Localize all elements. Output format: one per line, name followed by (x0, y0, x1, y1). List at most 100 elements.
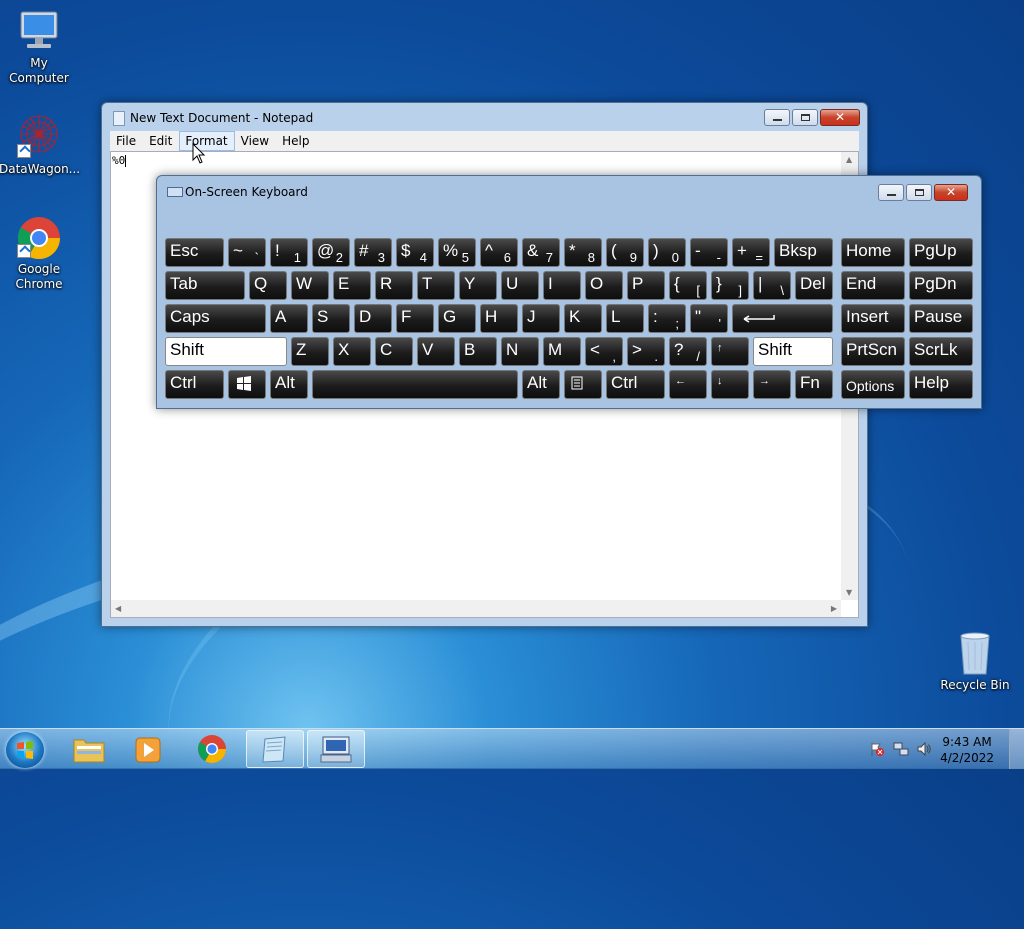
key-fn[interactable]: Fn (795, 370, 833, 399)
desktop-icon-recycle-bin[interactable]: Recycle Bin (935, 630, 1015, 693)
key-r3-11[interactable]: ↑ (711, 337, 749, 366)
clock[interactable]: 9:43 AM 4/2/2022 (940, 734, 994, 766)
taskbar-on-screen-keyboard[interactable] (307, 730, 365, 768)
key-i[interactable]: I (543, 271, 581, 300)
key-x[interactable]: X (333, 337, 371, 366)
key-r2-11[interactable]: " ' (690, 304, 728, 333)
key-v[interactable]: V (417, 337, 455, 366)
scroll-right-icon[interactable]: ▶ (831, 604, 837, 613)
key-k[interactable]: K (564, 304, 602, 333)
minimize-button[interactable] (764, 109, 790, 126)
key-prtscn[interactable]: PrtScn (841, 337, 905, 366)
desktop-icon-google-chrome[interactable]: Google Chrome (0, 214, 79, 292)
scroll-down-icon[interactable]: ▼ (846, 588, 852, 597)
key-help[interactable]: Help (909, 370, 973, 399)
key-u[interactable]: U (501, 271, 539, 300)
key-y[interactable]: Y (459, 271, 497, 300)
key-scrlk[interactable]: ScrLk (909, 337, 973, 366)
key-ctrl[interactable]: Ctrl (606, 370, 665, 399)
scroll-up-icon[interactable]: ▲ (846, 155, 852, 164)
key-a[interactable]: A (270, 304, 308, 333)
key-r1-13[interactable]: | \ (753, 271, 791, 300)
menu-view[interactable]: View (235, 131, 276, 151)
key-z[interactable]: Z (291, 337, 329, 366)
key-alt[interactable]: Alt (522, 370, 560, 399)
key-space[interactable] (312, 370, 518, 399)
key-h[interactable]: H (480, 304, 518, 333)
menu-file[interactable]: File (110, 131, 143, 151)
taskbar-notepad[interactable] (246, 730, 304, 768)
menu-format[interactable]: Format (179, 131, 235, 151)
key-home[interactable]: Home (841, 238, 905, 267)
key-r0-8[interactable]: & 7 (522, 238, 560, 267)
close-button[interactable]: ✕ (934, 184, 968, 201)
key-r0-2[interactable]: ! 1 (270, 238, 308, 267)
key-options[interactable]: Options (841, 370, 905, 399)
key-ctrl[interactable]: Ctrl (165, 370, 224, 399)
key-n[interactable]: N (501, 337, 539, 366)
key-shift[interactable]: Shift (753, 337, 833, 366)
key-d[interactable]: D (354, 304, 392, 333)
taskbar-explorer[interactable] (60, 730, 118, 768)
key-r[interactable]: R (375, 271, 413, 300)
key-r0-6[interactable]: % 5 (438, 238, 476, 267)
key-r0-3[interactable]: @2 (312, 238, 350, 267)
key-s[interactable]: S (312, 304, 350, 333)
key-g[interactable]: G (438, 304, 476, 333)
key-pause[interactable]: Pause (909, 304, 973, 333)
key-p[interactable]: P (627, 271, 665, 300)
key-t[interactable]: T (417, 271, 455, 300)
menu-edit[interactable]: Edit (143, 131, 179, 151)
volume-icon[interactable] (916, 741, 932, 757)
key-windows-logo[interactable] (228, 370, 266, 399)
menu-help[interactable]: Help (276, 131, 316, 151)
key-caps[interactable]: Caps (165, 304, 266, 333)
key-tab[interactable]: Tab (165, 271, 245, 300)
key-j[interactable]: J (522, 304, 560, 333)
start-button[interactable] (6, 732, 44, 768)
key-alt[interactable]: Alt (270, 370, 308, 399)
horizontal-scrollbar[interactable]: ◀ ▶ (111, 600, 841, 617)
key-e[interactable]: E (333, 271, 371, 300)
key-r0-13[interactable]: + = (732, 238, 770, 267)
key-del[interactable]: Del (795, 271, 833, 300)
key-r1-12[interactable]: }] (711, 271, 749, 300)
key-r0-5[interactable]: $4 (396, 238, 434, 267)
key-r4-9[interactable]: → (753, 370, 791, 399)
key-w[interactable]: W (291, 271, 329, 300)
key-r0-1[interactable]: ~ ` (228, 238, 266, 267)
taskbar-chrome[interactable] (183, 730, 241, 768)
key-r0-9[interactable]: * 8 (564, 238, 602, 267)
key-r3-8[interactable]: <, (585, 337, 623, 366)
key-r3-10[interactable]: ? / (669, 337, 707, 366)
key-c[interactable]: C (375, 337, 413, 366)
key-shift[interactable]: Shift (165, 337, 287, 366)
minimize-button[interactable] (878, 184, 904, 201)
close-button[interactable]: ✕ (820, 109, 860, 126)
key-pgup[interactable]: PgUp (909, 238, 973, 267)
action-center-flag-icon[interactable] (869, 741, 885, 757)
key-r1-11[interactable]: {[ (669, 271, 707, 300)
key-o[interactable]: O (585, 271, 623, 300)
taskbar-media-player[interactable] (119, 730, 177, 768)
desktop-icon-datawagon[interactable]: DataWagon... (0, 114, 80, 177)
key-end[interactable]: End (841, 271, 905, 300)
maximize-button[interactable] (906, 184, 932, 201)
key-r0-7[interactable]: ^ 6 (480, 238, 518, 267)
key-r2-10[interactable]: :; (648, 304, 686, 333)
on-screen-keyboard-window[interactable]: On-Screen Keyboard ✕ Esc ~ `! 1 @2 #3 $4% 5 ^ 6 & 7… (156, 175, 982, 409)
network-icon[interactable] (893, 741, 909, 757)
key-r0-4[interactable]: #3 (354, 238, 392, 267)
key-l[interactable]: L (606, 304, 644, 333)
key-q[interactable]: Q (249, 271, 287, 300)
key-bksp[interactable]: Bksp (774, 238, 833, 267)
key-m[interactable]: M (543, 337, 581, 366)
key-r4-8[interactable]: ↓ (711, 370, 749, 399)
key-esc[interactable]: Esc (165, 238, 224, 267)
key-r0-12[interactable]: -- (690, 238, 728, 267)
key-r0-10[interactable]: (9 (606, 238, 644, 267)
show-desktop-button[interactable] (1009, 729, 1024, 769)
key-r4-7[interactable]: ← (669, 370, 707, 399)
key-f[interactable]: F (396, 304, 434, 333)
key-enter-arrow[interactable] (732, 304, 833, 333)
